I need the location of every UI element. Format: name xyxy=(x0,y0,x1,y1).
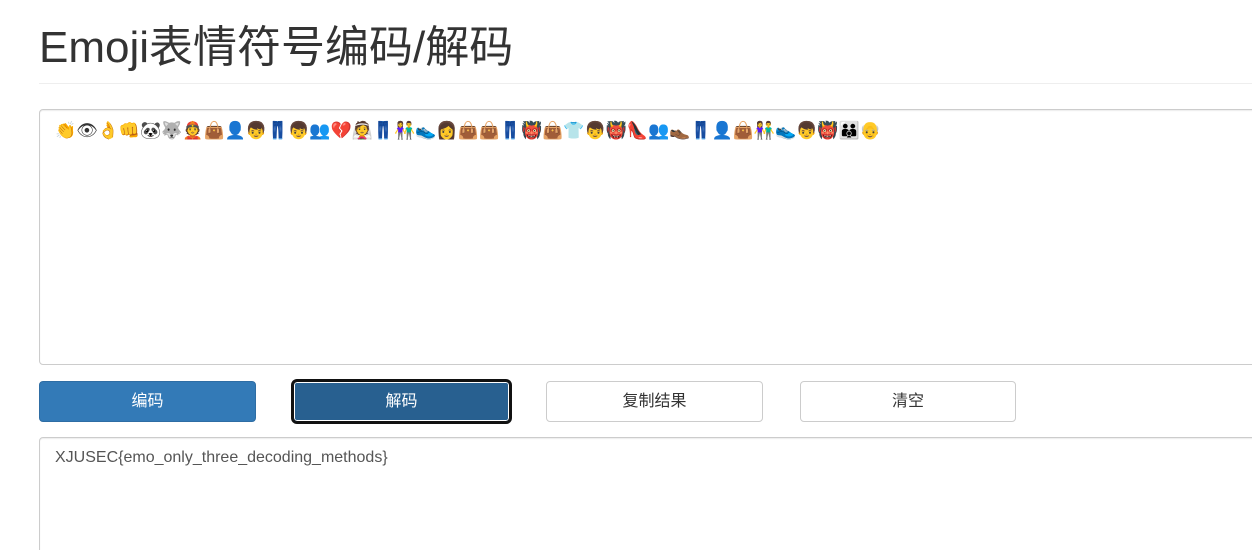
title-divider xyxy=(39,83,1252,84)
decode-button[interactable]: 解码 xyxy=(293,381,510,422)
emoji-input-textarea[interactable]: 👏👁👌👊🐼🐺👲👜👤👦👖👦👥💔👰👖👫👟👩👜👜👖👹👜👕👦👹👠👥👞👖👤👜👫👟👦👹👪👴 xyxy=(39,109,1252,365)
result-output-textarea[interactable]: XJUSEC{emo_only_three_decoding_methods} xyxy=(39,437,1252,550)
copy-result-button[interactable]: 复制结果 xyxy=(546,381,763,422)
page: Emoji表情符号编码/解码 👏👁👌👊🐼🐺👲👜👤👦👖👦👥💔👰👖👫👟👩👜👜👖👹👜👕… xyxy=(0,0,1252,550)
encode-button[interactable]: 编码 xyxy=(39,381,256,422)
page-title: Emoji表情符号编码/解码 xyxy=(39,23,514,72)
result-output-value: XJUSEC{emo_only_three_decoding_methods} xyxy=(55,449,388,466)
clear-button[interactable]: 清空 xyxy=(800,381,1016,422)
emoji-input-value: 👏👁👌👊🐼🐺👲👜👤👦👖👦👥💔👰👖👫👟👩👜👜👖👹👜👕👦👹👠👥👞👖👤👜👫👟👦👹👪👴 xyxy=(55,121,881,141)
